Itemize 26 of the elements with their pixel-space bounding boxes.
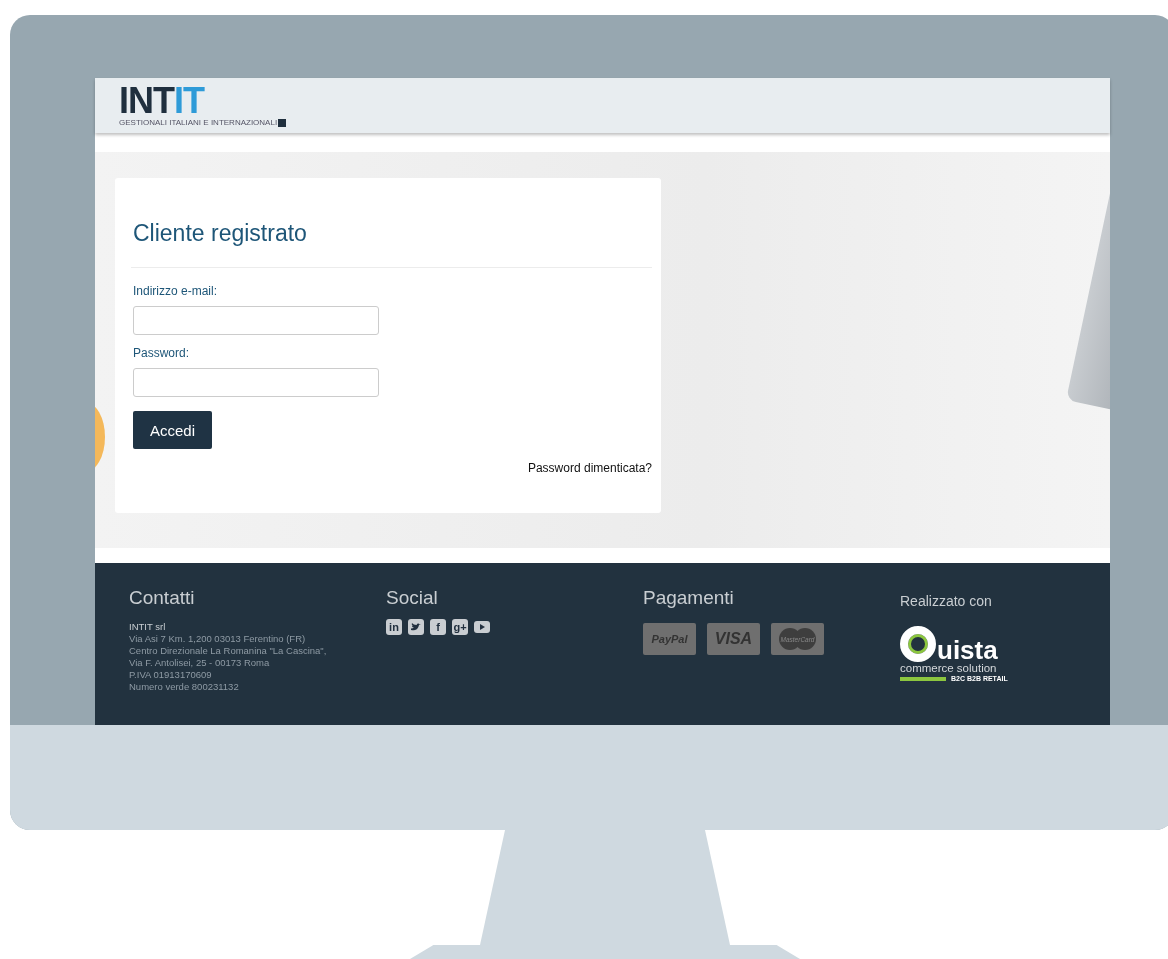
brand-tagline: commerce solution: [900, 662, 997, 675]
social-link[interactable]: in: [386, 619, 402, 635]
accent-bar: [900, 676, 946, 681]
payment-logo: VISA: [707, 623, 760, 655]
footer-heading: Social: [386, 587, 438, 609]
footer-heading: Pagamenti: [643, 587, 734, 609]
square-icon: [278, 119, 287, 127]
social-link[interactable]: g+: [452, 619, 468, 635]
brand-name: uista: [937, 638, 998, 662]
login-button[interactable]: Accedi: [133, 411, 212, 449]
play-icon[interactable]: [474, 619, 490, 635]
field-label: Password:: [133, 346, 190, 360]
payment-logo: PayPal: [643, 623, 696, 655]
bird-icon[interactable]: [408, 619, 424, 635]
ring-icon: [900, 626, 936, 662]
footer-heading: Realizzato con: [900, 592, 992, 611]
forgot-password-link[interactable]: Password dimenticata?: [527, 461, 652, 475]
logo-text: INTIT: [119, 84, 205, 118]
social-link[interactable]: f: [430, 619, 446, 635]
input-field[interactable]: [133, 368, 379, 397]
input-field[interactable]: [133, 306, 379, 335]
login-title: Cliente registrato: [133, 220, 307, 247]
field-label: Indirizzo e-mail:: [133, 284, 218, 298]
contact-text: INTIT srl Via Asi 7 Km. 1,200 03013 Ferentino (FR) Centro Direzionale La Romanina "La Cascina", Via F. Antolisei, 25 - 00173 Roma P.IVA 01913170609 Numero verde 800231132: [129, 621, 327, 693]
footer-heading: Contatti: [129, 587, 195, 609]
logo-tagline: GESTIONALI ITALIANI E INTERNAZIONALI: [119, 118, 278, 127]
